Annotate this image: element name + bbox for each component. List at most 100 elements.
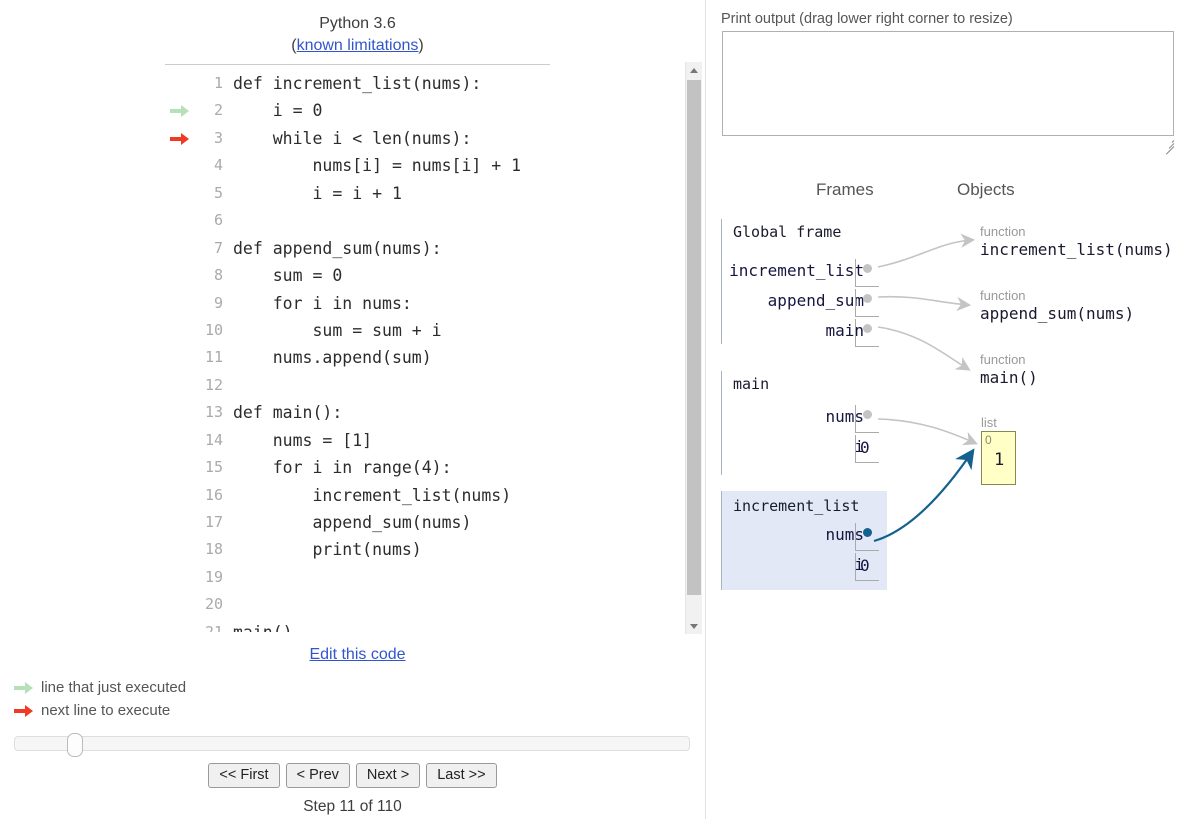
- pointer-dot: [863, 294, 872, 303]
- code-line-arrow-cell: [165, 262, 199, 289]
- scrollbar-thumb[interactable]: [687, 80, 701, 595]
- code-line-arrow-cell: [165, 564, 199, 591]
- code-line: 9 for i in nums:: [165, 290, 685, 317]
- code-line-arrow-cell: [165, 152, 199, 179]
- code-line-text: def append_sum(nums):: [233, 238, 442, 258]
- frame-variable-name: i: [854, 555, 864, 574]
- code-line-arrow-cell: [165, 235, 199, 262]
- code-line: 12: [165, 372, 685, 399]
- prev-button[interactable]: < Prev: [285, 763, 350, 788]
- code-line: 6: [165, 207, 685, 234]
- edit-this-code-link[interactable]: Edit this code: [165, 646, 550, 664]
- line-number: 12: [204, 375, 223, 394]
- code-line-arrow-cell: [165, 619, 199, 632]
- code-line-text: sum = 0: [233, 266, 343, 286]
- code-line: 5 i = i + 1: [165, 180, 685, 207]
- code-line: 16 increment_list(nums): [165, 482, 685, 509]
- frame-variable-name: append_sum: [767, 291, 864, 310]
- next-button[interactable]: Next >: [355, 763, 421, 788]
- code-line-text: nums = [1]: [233, 430, 373, 450]
- frame-variable-value: 0: [860, 556, 870, 575]
- code-line: 17 append_sum(nums): [165, 509, 685, 536]
- line-number: 15: [204, 458, 223, 477]
- frame-variable-value: 0: [860, 438, 870, 457]
- code-line-text: nums.append(sum): [233, 348, 432, 368]
- frame-variable-cell: [855, 289, 879, 317]
- resize-grip-icon[interactable]: [1162, 136, 1175, 155]
- code-line: 15 for i in range(4):: [165, 454, 685, 481]
- code-line-arrow-cell: [165, 399, 199, 426]
- code-line: 7 def append_sum(nums):: [165, 235, 685, 262]
- code-line-text: sum = sum + i: [233, 320, 442, 340]
- code-line-arrow-cell: [165, 591, 199, 618]
- frame-variable-cell: 0: [855, 553, 879, 581]
- scroll-down-icon[interactable]: [686, 618, 702, 634]
- frame-variable-cell: [855, 259, 879, 287]
- line-number: 16: [204, 485, 223, 504]
- line-number: 17: [204, 513, 223, 531]
- code-listing: 1 def increment_list(nums): 2 i = 03 while…: [165, 70, 685, 632]
- code-line-text: main(): [233, 619, 293, 632]
- code-line: 3 while i < len(nums):: [165, 125, 685, 152]
- line-number: 7: [213, 238, 223, 257]
- line-number: 10: [204, 320, 223, 339]
- code-line-text: print(nums): [233, 540, 422, 560]
- print-output-label: Print output (drag lower right corner to…: [721, 11, 1013, 27]
- legend-next-label: next line to execute: [41, 702, 171, 719]
- objects-heading: Objects: [957, 180, 1015, 199]
- code-line-arrow-cell: [165, 454, 199, 481]
- list-index-label: 0: [985, 433, 992, 447]
- frame-variable-name: i: [854, 437, 864, 456]
- line-number: 2: [213, 101, 223, 120]
- frame-variable-name: main: [825, 321, 864, 340]
- code-line: 10 sum = sum + i: [165, 317, 685, 344]
- code-line: 14 nums = [1]: [165, 427, 685, 454]
- code-line-arrow-cell: [165, 427, 199, 454]
- line-number: 1: [213, 74, 223, 92]
- frame-title: main: [733, 375, 770, 393]
- code-line-text: def increment_list(nums):: [233, 74, 482, 93]
- green-arrow-icon: [170, 105, 189, 118]
- code-line-arrow-cell: [165, 482, 199, 509]
- step-slider[interactable]: [14, 733, 690, 757]
- object-value-label: append_sum(nums): [980, 304, 1135, 323]
- frames-heading: Frames: [816, 180, 874, 199]
- code-line: 19: [165, 564, 685, 591]
- line-number: 3: [213, 128, 223, 147]
- list-element-value: 1: [994, 450, 1005, 470]
- line-number: 13: [204, 403, 223, 422]
- line-number: 9: [213, 293, 223, 312]
- code-line-arrow-cell: [165, 536, 199, 563]
- known-limitations-link[interactable]: known limitations: [297, 37, 419, 54]
- code-line-arrow-cell: [165, 125, 199, 152]
- scroll-up-icon[interactable]: [686, 62, 702, 78]
- code-line-text: increment_list(nums): [233, 485, 512, 505]
- code-line-arrow-cell: [165, 97, 199, 124]
- code-scrollbar[interactable]: [685, 62, 702, 634]
- red-arrow-icon: [14, 705, 33, 717]
- step-slider-thumb[interactable]: [67, 733, 83, 757]
- code-line-text: while i < len(nums):: [233, 128, 472, 148]
- code-line-arrow-cell: [165, 180, 199, 207]
- code-line-text: for i in nums:: [233, 293, 412, 313]
- code-line-arrow-cell: [165, 509, 199, 536]
- last-button[interactable]: Last >>: [426, 763, 497, 788]
- code-line-text: nums[i] = nums[i] + 1: [233, 156, 522, 176]
- first-button[interactable]: << First: [208, 763, 280, 788]
- header-divider: [165, 64, 550, 65]
- code-line: 4 nums[i] = nums[i] + 1: [165, 152, 685, 179]
- object-type-label: function: [980, 288, 1026, 303]
- pointer-dot: [863, 410, 872, 419]
- code-line: 13 def main():: [165, 399, 685, 426]
- legend-executed-label: line that just executed: [41, 679, 187, 696]
- object-value-label: main(): [980, 368, 1038, 387]
- code-line-arrow-cell: [165, 372, 199, 399]
- frame-variable-cell: [855, 523, 879, 551]
- print-output-box[interactable]: [722, 31, 1174, 136]
- print-output-text: [723, 32, 1173, 40]
- frame-variable-cell: [855, 405, 879, 433]
- code-line: 11 nums.append(sum): [165, 344, 685, 371]
- line-number: 8: [213, 266, 223, 285]
- code-line-arrow-cell: [165, 207, 199, 234]
- line-number: 4: [213, 156, 223, 175]
